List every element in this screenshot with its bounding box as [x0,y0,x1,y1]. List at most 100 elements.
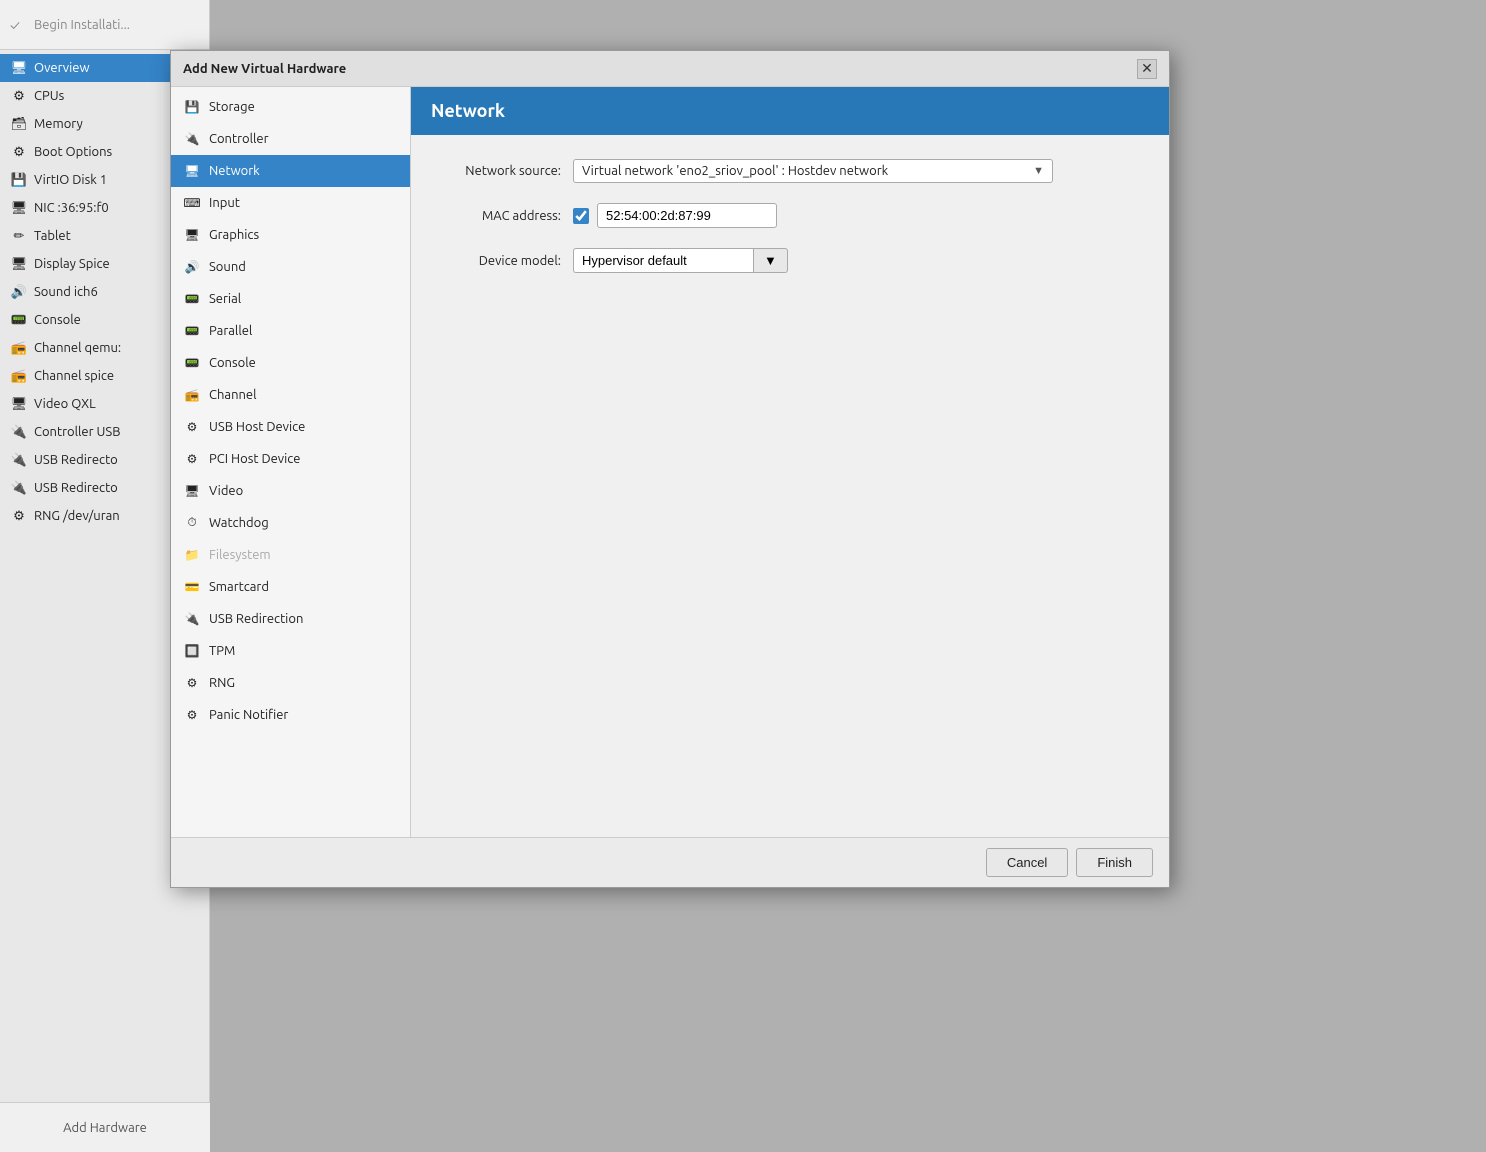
hw-label-network: Network [209,164,260,178]
network-source-row: Network source: Virtual network 'eno2_sr… [431,159,1149,183]
hw-icon-watchdog: ⏱ [183,514,201,532]
hw-icon-network: 🖥 [183,162,201,180]
network-source-label: Network source: [431,164,561,178]
sidebar-icon-video-qxl: 🖥 [10,395,28,413]
sidebar-label-rng: RNG /dev/uran [34,509,120,523]
network-source-value: Virtual network 'eno2_sriov_pool' : Host… [582,164,888,178]
sidebar-icon-usb-redirect2: 🔌 [10,479,28,497]
device-model-group: ▼ [573,248,788,273]
content-panel: Network Network source: Virtual network … [411,87,1169,837]
sidebar-icon-virtio-disk: 💾 [10,171,28,189]
sidebar-icon-cpus: ⚙ [10,87,28,105]
sidebar-label-usb-redirect1: USB Redirecto [34,453,118,467]
hw-list-item-filesystem: 📁Filesystem [171,539,410,571]
hw-list-item-rng[interactable]: ⚙RNG [171,667,410,699]
hw-icon-pci-host: ⚙ [183,450,201,468]
hw-list-item-panic-notifier[interactable]: ⚙Panic Notifier [171,699,410,731]
sidebar-label-cpus: CPUs [34,89,64,103]
hw-label-smartcard: Smartcard [209,580,269,594]
hw-list-item-channel[interactable]: 📻Channel [171,379,410,411]
hw-list-item-parallel[interactable]: 📟Parallel [171,315,410,347]
device-model-dropdown-btn[interactable]: ▼ [753,248,788,273]
hw-list-item-watchdog[interactable]: ⏱Watchdog [171,507,410,539]
sidebar-icon-controller-usb: 🔌 [10,423,28,441]
add-hardware-bar: Add Hardware [0,1102,210,1152]
network-source-dropdown[interactable]: Virtual network 'eno2_sriov_pool' : Host… [573,159,1053,183]
hw-icon-usb-host: ⚙ [183,418,201,436]
mac-address-row: MAC address: [431,203,1149,228]
hw-icon-smartcard: 💳 [183,578,201,596]
bg-toolbar: ✓ Begin Installati... [0,0,209,50]
cancel-button[interactable]: Cancel [986,848,1068,877]
sidebar-label-display-spice: Display Spice [34,257,110,271]
device-model-input[interactable] [573,248,753,273]
hw-icon-rng: ⚙ [183,674,201,692]
hw-label-controller: Controller [209,132,269,146]
sidebar-label-memory: Memory [34,117,83,131]
hw-list-item-graphics[interactable]: 🖥Graphics [171,219,410,251]
add-hardware-dialog: Add New Virtual Hardware ✕ 💾Storage🔌Cont… [170,50,1170,888]
sidebar-label-boot-options: Boot Options [34,145,112,159]
hw-icon-tpm: 🔲 [183,642,201,660]
finish-button[interactable]: Finish [1076,848,1153,877]
sidebar-icon-sound-ich6: 🔊 [10,283,28,301]
hw-list-item-tpm[interactable]: 🔲 TPM [171,635,410,667]
hw-label-usb-host: USB Host Device [209,420,305,434]
mac-address-checkbox[interactable] [573,208,589,224]
hw-label-storage: Storage [209,100,255,114]
hw-list-item-usb-host[interactable]: ⚙ USB Host Device [171,411,410,443]
sidebar-icon-console: 📟 [10,311,28,329]
sidebar-icon-display-spice: 🖥 [10,255,28,273]
hw-icon-console: 📟 [183,354,201,372]
close-button[interactable]: ✕ [1137,59,1157,79]
hw-list-item-serial[interactable]: 📟 Serial [171,283,410,315]
sidebar-label-console: Console [34,313,81,327]
hw-icon-sound: 🔊 [183,258,201,276]
hw-label-serial: Serial [209,292,241,306]
hw-icon-serial: 📟 [183,290,201,308]
hw-list-item-usb-redirection[interactable]: 🔌USB Redirection [171,603,410,635]
sidebar-icon-rng: ⚙ [10,507,28,525]
sidebar-label-overview: Overview [34,61,90,75]
hw-label-tpm: TPM [209,644,235,658]
hw-list-item-console[interactable]: 📟 Console [171,347,410,379]
hw-icon-parallel: 📟 [183,322,201,340]
sidebar-icon-channel-spice: 📻 [10,367,28,385]
sidebar-label-channel-qemu: Channel qemu: [34,341,121,355]
dropdown-arrow-icon: ▼ [1033,165,1044,177]
mac-address-group [573,203,777,228]
hw-list-item-storage[interactable]: 💾 Storage [171,91,410,123]
hw-label-input: Input [209,196,240,210]
hw-list-item-input[interactable]: ⌨Input [171,187,410,219]
hw-list-item-pci-host[interactable]: ⚙ PCI Host Device [171,443,410,475]
hw-list-item-network[interactable]: 🖥 Network [171,155,410,187]
modal-body: 💾Storage🔌Controller🖥Network⌨Input🖥Graphi… [171,87,1169,837]
sidebar-label-virtio-disk: VirtIO Disk 1 [34,173,107,187]
section-header: Network [411,87,1169,135]
modal-footer: Cancel Finish [171,837,1169,887]
hw-label-console: Console [209,356,256,370]
hw-icon-usb-redirection: 🔌 [183,610,201,628]
sidebar-icon-nic: 🖥 [10,199,28,217]
sidebar-label-usb-redirect2: USB Redirecto [34,481,118,495]
mac-address-label: MAC address: [431,209,561,223]
hw-icon-storage: 💾 [183,98,201,116]
sidebar-label-channel-spice: Channel spice [34,369,114,383]
hw-icon-filesystem: 📁 [183,546,201,564]
content-body: Network source: Virtual network 'eno2_sr… [411,135,1169,837]
hw-label-video: Video [209,484,243,498]
sidebar-label-video-qxl: Video QXL [34,397,96,411]
modal-titlebar: Add New Virtual Hardware ✕ [171,51,1169,87]
sidebar-label-tablet: Tablet [34,229,71,243]
bg-toolbar-text: Begin Installati... [34,18,130,32]
mac-address-input[interactable] [597,203,777,228]
modal-title: Add New Virtual Hardware [183,62,346,76]
sidebar-icon-usb-redirect1: 🔌 [10,451,28,469]
hw-list-item-video[interactable]: 🖥 Video [171,475,410,507]
hw-list-item-sound[interactable]: 🔊Sound [171,251,410,283]
hw-label-pci-host: PCI Host Device [209,452,300,466]
hw-list-item-smartcard[interactable]: 💳 Smartcard [171,571,410,603]
hw-list-item-controller[interactable]: 🔌Controller [171,123,410,155]
hw-icon-video: 🖥 [183,482,201,500]
hw-label-panic-notifier: Panic Notifier [209,708,288,722]
